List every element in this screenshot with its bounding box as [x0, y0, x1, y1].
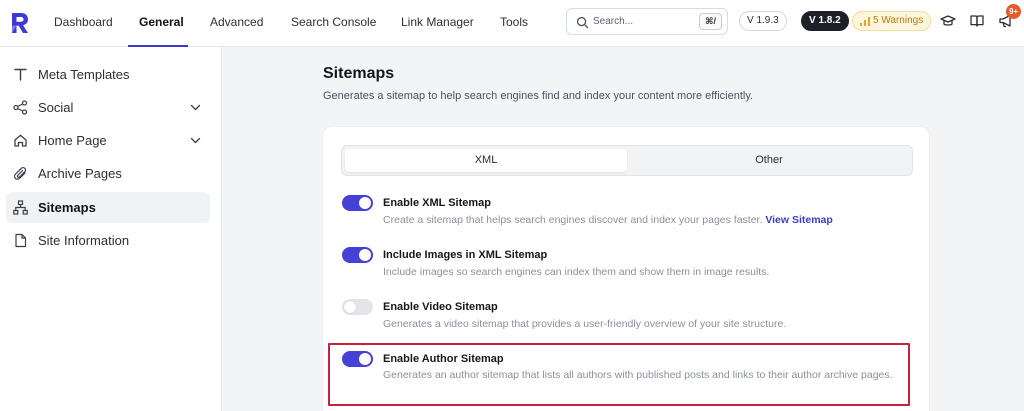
video-sitemap-toggle[interactable] — [342, 299, 373, 315]
graduation-cap-icon[interactable] — [940, 13, 956, 29]
text-t-icon — [14, 68, 27, 81]
home-icon — [14, 134, 27, 147]
paperclip-icon — [13, 166, 27, 180]
xml-sitemap-toggle[interactable] — [342, 195, 373, 211]
nav-dashboard[interactable]: Dashboard — [54, 0, 113, 46]
option-title: Enable XML Sitemap — [383, 197, 491, 209]
chevron-down-icon — [190, 104, 201, 111]
notification-count-badge: 9+ — [1006, 4, 1021, 19]
option-title: Enable Author Sitemap — [383, 353, 504, 365]
page-description: Generates a sitemap to help search engin… — [323, 90, 754, 102]
option-description: Create a sitemap that helps search engin… — [383, 214, 833, 226]
sidebar-item-social[interactable]: Social — [6, 92, 210, 123]
sidebar-item-sitemaps[interactable]: Sitemaps — [6, 192, 210, 223]
nav-advanced[interactable]: Advanced — [210, 0, 263, 46]
app-logo-icon[interactable] — [9, 11, 31, 35]
author-sitemap-toggle[interactable] — [342, 351, 373, 367]
nav-tools[interactable]: Tools — [500, 0, 528, 46]
pro-version-badge: V 1.8.2 — [801, 11, 849, 31]
toggle-knob — [359, 353, 371, 365]
sidebar-item-label: Social — [38, 100, 74, 115]
option-description: Generates a video sitemap that provides … — [383, 318, 787, 330]
sitemap-icon — [13, 200, 28, 215]
sidebar-item-label: Site Information — [38, 233, 130, 248]
sidebar-item-home-page[interactable]: Home Page — [6, 125, 210, 156]
version-badge: V 1.9.3 — [739, 11, 787, 31]
sidebar-item-site-information[interactable]: Site Information — [6, 225, 210, 256]
option-title: Enable Video Sitemap — [383, 301, 498, 313]
option-title: Include Images in XML Sitemap — [383, 249, 548, 261]
document-icon — [15, 233, 27, 248]
sidebar-item-archive-pages[interactable]: Archive Pages — [6, 158, 210, 189]
search-box[interactable]: Search... ⌘/ — [566, 8, 728, 35]
share-icon — [13, 100, 28, 115]
nav-general[interactable]: General — [139, 0, 184, 46]
toggle-knob — [359, 197, 371, 209]
tab-other[interactable]: Other — [627, 149, 911, 172]
signal-bars-icon — [860, 17, 870, 26]
search-shortcut: ⌘/ — [699, 13, 722, 30]
search-icon — [576, 16, 589, 29]
sitemap-tabs: XML Other — [341, 145, 913, 176]
nav-link-manager[interactable]: Link Manager — [401, 0, 474, 46]
nav-search-console[interactable]: Search Console — [291, 0, 376, 46]
chevron-down-icon — [190, 137, 201, 144]
option-description: Include images so search engines can ind… — [383, 266, 770, 278]
view-sitemap-link[interactable]: View Sitemap — [765, 214, 833, 226]
page-title: Sitemaps — [323, 65, 395, 82]
sidebar-item-label: Archive Pages — [38, 166, 122, 181]
toggle-knob — [344, 301, 356, 313]
sidebar-item-label: Meta Templates — [38, 67, 130, 82]
sidebar-item-meta-templates[interactable]: Meta Templates — [6, 59, 210, 90]
option-description-text: Create a sitemap that helps search engin… — [383, 214, 763, 226]
option-description: Generates an author sitemap that lists a… — [383, 369, 893, 381]
tab-xml[interactable]: XML — [345, 149, 627, 172]
book-icon[interactable] — [969, 13, 985, 29]
sidebar-item-label: Sitemaps — [38, 200, 96, 215]
warnings-badge[interactable]: 5 Warnings — [852, 11, 932, 31]
image-sitemap-toggle[interactable] — [342, 247, 373, 263]
sidebar-item-label: Home Page — [38, 133, 107, 148]
toggle-knob — [359, 249, 371, 261]
warnings-label: 5 Warnings — [873, 15, 924, 26]
top-bar: Dashboard General Advanced Search Consol… — [0, 0, 1024, 47]
search-placeholder: Search... — [593, 16, 634, 27]
